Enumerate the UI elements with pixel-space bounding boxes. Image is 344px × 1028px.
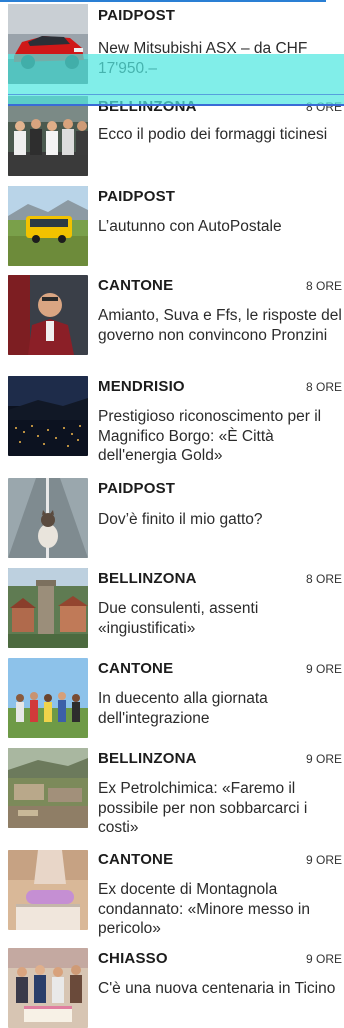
news-headline[interactable]: Ex docente di Montagnola condannato: «Mi… xyxy=(98,880,342,939)
news-category: CANTONE xyxy=(98,660,174,677)
news-time: 9 ORE xyxy=(305,952,342,966)
news-thumbnail[interactable] xyxy=(8,658,88,738)
news-time: 8 ORE xyxy=(305,380,342,394)
news-headline[interactable]: Due consulenti, assenti «ingiustificati» xyxy=(98,599,342,638)
news-thumbnail[interactable] xyxy=(8,478,88,558)
news-thumbnail[interactable] xyxy=(8,948,88,1028)
news-thumbnail[interactable] xyxy=(8,850,88,930)
top-accent-line xyxy=(0,0,326,2)
news-thumbnail[interactable] xyxy=(8,275,88,355)
news-time: 9 ORE xyxy=(305,662,342,676)
news-category: CANTONE xyxy=(98,277,174,294)
news-headline[interactable]: Prestigioso riconoscimento per il Magnif… xyxy=(98,407,342,466)
news-headline[interactable]: L’autunno con AutoPostale xyxy=(98,217,342,237)
news-headline[interactable]: Amianto, Suva e Ffs, le risposte del gov… xyxy=(98,306,342,345)
news-thumbnail[interactable] xyxy=(8,186,88,266)
overlay-border-line xyxy=(8,104,344,106)
news-category: PAIDPOST xyxy=(98,7,176,24)
news-headline[interactable]: Ex Petrolchimica: «Faremo il possibile p… xyxy=(98,779,342,838)
news-category: PAIDPOST xyxy=(98,188,176,205)
news-headline[interactable]: Dov’è finito il mio gatto? xyxy=(98,510,342,530)
news-thumbnail[interactable] xyxy=(8,748,88,828)
news-thumbnail[interactable] xyxy=(8,376,88,456)
news-category: PAIDPOST xyxy=(98,480,176,497)
overlay-inner-line xyxy=(8,94,344,95)
news-time: 8 ORE xyxy=(305,572,342,586)
news-time: 9 ORE xyxy=(305,853,342,867)
news-category: CANTONE xyxy=(98,851,174,868)
selection-highlight-overlay xyxy=(8,54,344,105)
news-headline[interactable]: C'è una nuova centenaria in Ticino xyxy=(98,979,342,999)
news-category: BELLINZONA xyxy=(98,750,197,767)
news-thumbnail[interactable] xyxy=(8,568,88,648)
news-time: 8 ORE xyxy=(305,279,342,293)
news-headline[interactable]: Ecco il podio dei formaggi ticinesi xyxy=(98,125,342,145)
news-thumbnail[interactable] xyxy=(8,96,88,176)
news-headline[interactable]: In duecento alla giornata dell'integrazi… xyxy=(98,689,342,728)
news-category: MENDRISIO xyxy=(98,378,185,395)
news-category: BELLINZONA xyxy=(98,570,197,587)
news-time: 9 ORE xyxy=(305,752,342,766)
news-category: CHIASSO xyxy=(98,950,168,967)
